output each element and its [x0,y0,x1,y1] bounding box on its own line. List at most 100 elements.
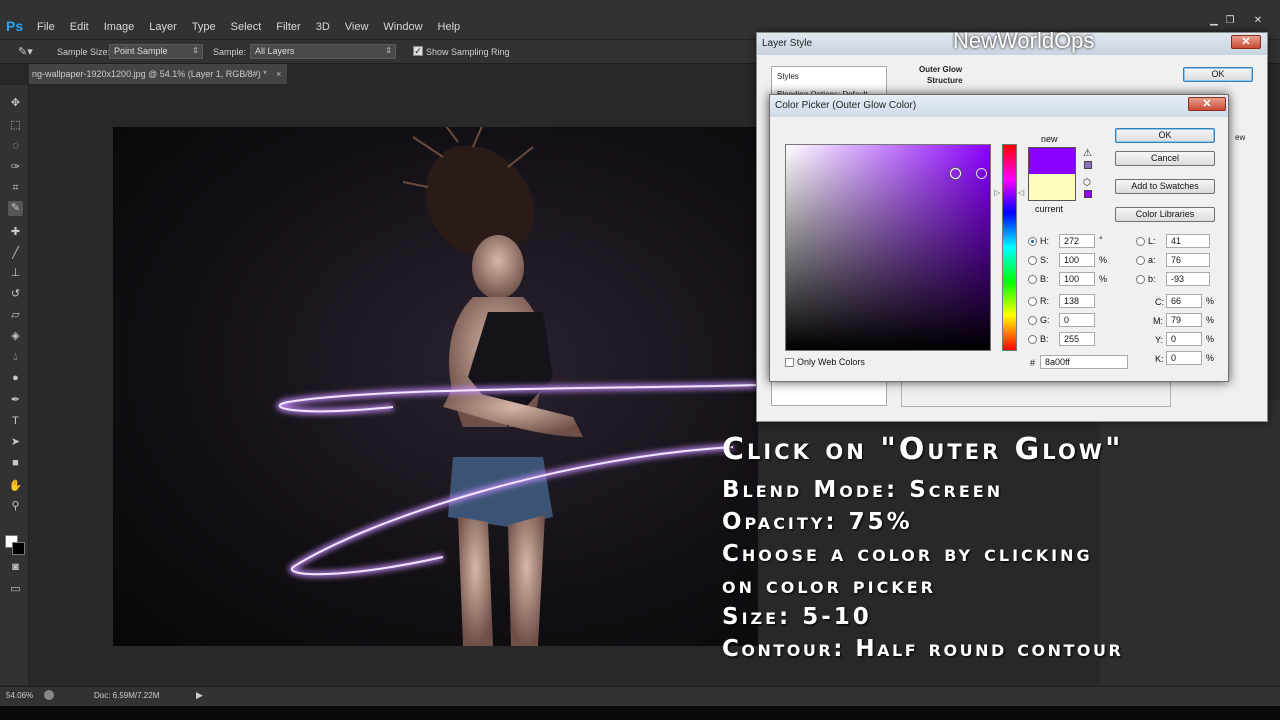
blur-tool-icon[interactable]: 💧︎ [8,350,23,365]
brightness-unit: % [1099,274,1108,284]
healing-tool-icon[interactable]: ✚ [8,225,23,240]
hue-radio[interactable] [1028,237,1037,246]
color-picker-cancel-button[interactable]: Cancel [1115,151,1215,166]
dodge-tool-icon[interactable]: ● [8,371,23,386]
path-select-tool-icon[interactable]: ➤ [8,435,23,450]
move-tool-icon[interactable]: ✥ [8,96,23,111]
instruction-line-1: Click on "Outer Glow" [722,432,1124,467]
menu-filter[interactable]: Filter [276,21,300,33]
menu-select[interactable]: Select [231,21,262,33]
green-radio[interactable] [1028,316,1037,325]
hue-slider-left-arrow-icon[interactable]: ▷ [994,188,1000,197]
stamp-tool-icon[interactable]: ⊥ [8,266,23,281]
shape-tool-icon[interactable]: ■ [8,456,23,471]
brush-tool-icon[interactable]: ╱ [8,246,23,261]
tab-close-icon[interactable]: × [276,69,281,79]
layer-style-close-icon[interactable]: ✕ [1231,35,1261,49]
menu-file[interactable]: File [37,21,55,33]
document-canvas-image[interactable] [113,127,758,646]
zoom-level[interactable]: 54.06% [6,691,33,700]
color-field-marker-ghost [976,168,987,179]
hex-field[interactable]: 8a00ff [1040,355,1128,369]
layer-style-ok-button[interactable]: OK [1183,67,1253,82]
menu-layer[interactable]: Layer [149,21,177,33]
color-picker-close-icon[interactable]: ✕ [1188,97,1226,111]
magenta-field[interactable]: 79 [1166,313,1202,327]
black-field[interactable]: 0 [1166,351,1202,365]
hue-slider-right-arrow-icon[interactable]: ◁ [1018,188,1024,197]
menu-3d[interactable]: 3D [316,21,330,33]
marquee-tool-icon[interactable]: ⬚ [8,118,23,133]
blue-label: B: [1040,334,1049,344]
sample-select[interactable]: All Layers ⇕ [250,44,396,59]
minimize-icon[interactable]: ▁ [1206,16,1222,26]
brightness-radio[interactable] [1028,275,1037,284]
eyedropper-tool-icon[interactable]: ✎ [8,201,23,216]
out-of-gamut-warning-icon[interactable]: ⚠ [1083,148,1092,159]
red-field[interactable]: 138 [1059,294,1095,308]
brightness-label: B: [1040,274,1049,284]
zoom-tool-icon[interactable]: ⚲ [8,499,23,514]
sample-label: Sample: [213,47,247,57]
yellow-label: Y: [1155,335,1164,345]
sampling-ring-checkbox[interactable]: ✓ [413,46,423,56]
current-color-swatch[interactable] [1028,174,1076,201]
paint-bucket-tool-icon[interactable]: ◈ [8,329,23,344]
hue-field[interactable]: 272 [1059,234,1095,248]
status-menu-arrow-icon[interactable]: ▶ [196,690,203,701]
styles-label[interactable]: Styles [777,72,799,81]
color-libraries-button[interactable]: Color Libraries [1115,207,1215,222]
cyan-field[interactable]: 66 [1166,294,1202,308]
document-tab[interactable]: ng-wallpaper-1920x1200.jpg @ 54.1% (Laye… [29,64,287,85]
lab-b-radio[interactable] [1136,275,1145,284]
yellow-field[interactable]: 0 [1166,332,1202,346]
menu-help[interactable]: Help [438,21,461,33]
lab-l-field[interactable]: 41 [1166,234,1210,248]
lasso-tool-icon[interactable]: ◌ [8,139,23,154]
screen-mode-icon[interactable]: ▭ [8,582,23,597]
quick-select-tool-icon[interactable]: ✑ [8,160,23,175]
menu-image[interactable]: Image [104,21,135,33]
menu-edit[interactable]: Edit [70,21,89,33]
type-tool-icon[interactable]: T [8,414,23,429]
add-to-swatches-button[interactable]: Add to Swatches [1115,179,1215,194]
background-color-swatch[interactable] [12,542,25,555]
eraser-tool-icon[interactable]: ▱ [8,308,23,323]
lab-a-field[interactable]: 76 [1166,253,1210,267]
only-web-colors-label: Only Web Colors [797,357,865,367]
status-bar [0,686,1280,706]
restore-icon[interactable]: ❐ [1222,16,1238,26]
green-field[interactable]: 0 [1059,313,1095,327]
lab-b-field[interactable]: -93 [1166,272,1210,286]
saturation-field[interactable]: 100 [1059,253,1095,267]
only-web-colors-checkbox[interactable] [785,358,794,367]
color-picker-ok-button[interactable]: OK [1115,128,1215,143]
menu-view[interactable]: View [345,21,369,33]
green-label: G: [1040,315,1050,325]
gamut-color-swatch[interactable] [1084,161,1092,169]
lab-a-radio[interactable] [1136,256,1145,265]
pen-tool-icon[interactable]: ✒ [8,393,23,408]
web-safe-warning-icon[interactable]: ⬡ [1083,177,1091,188]
color-field-marker[interactable] [950,168,961,179]
hand-tool-icon[interactable]: ✋ [8,479,23,494]
saturation-radio[interactable] [1028,256,1037,265]
outer-glow-heading: Outer Glow [919,65,963,74]
web-safe-color-swatch[interactable] [1084,190,1092,198]
history-brush-tool-icon[interactable]: ↺ [8,287,23,302]
red-radio[interactable] [1028,297,1037,306]
close-window-icon[interactable]: ✕ [1250,16,1266,26]
status-info-icon[interactable] [44,690,54,700]
eyedropper-tool-preset-icon[interactable]: ✎▾ [18,45,36,59]
blue-radio[interactable] [1028,335,1037,344]
cyan-unit: % [1206,296,1215,306]
lab-l-radio[interactable] [1136,237,1145,246]
brightness-field[interactable]: 100 [1059,272,1095,286]
menu-window[interactable]: Window [383,21,422,33]
sample-size-select[interactable]: Point Sample ⇕ [109,44,203,59]
hue-slider[interactable] [1002,144,1017,351]
blue-field[interactable]: 255 [1059,332,1095,346]
crop-tool-icon[interactable]: ⌗ [8,181,23,196]
menu-type[interactable]: Type [192,21,216,33]
quick-mask-icon[interactable]: ◙ [8,560,23,575]
